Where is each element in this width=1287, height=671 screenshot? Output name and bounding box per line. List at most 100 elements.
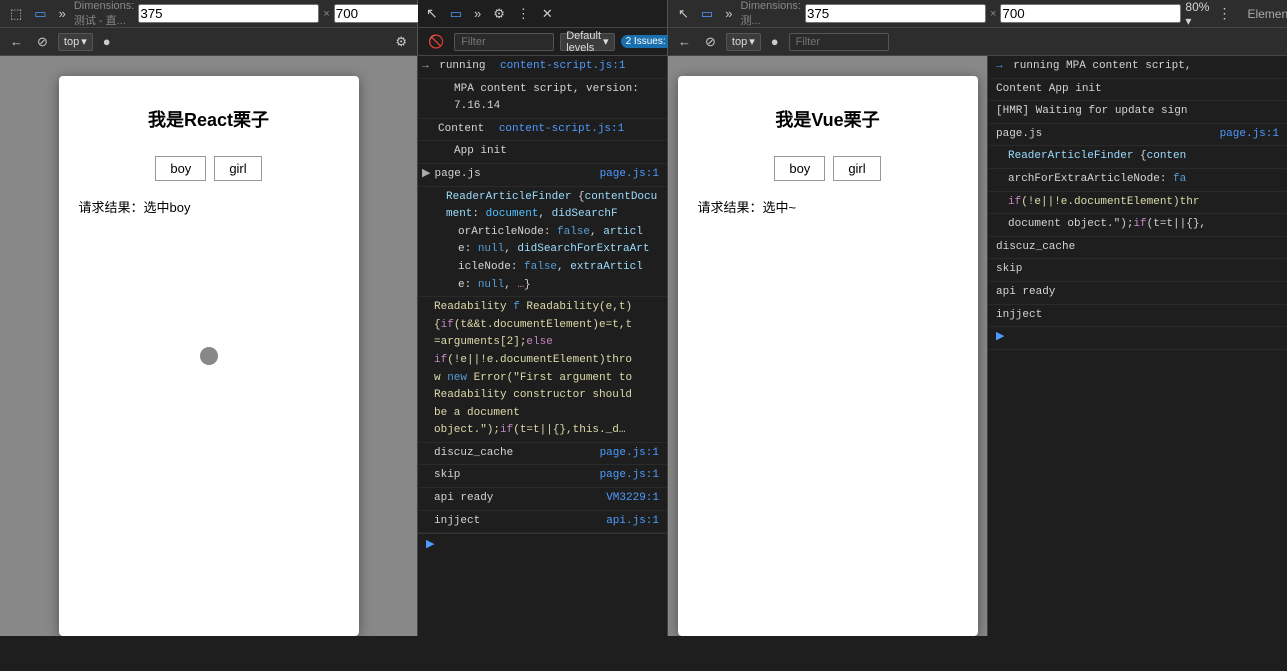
second-toolbars: ← ⊘ top ▾ ● ⚙ 🚫 Default levels ▾ 2 Issue… (0, 28, 1287, 56)
console-log-appinit: App init (418, 141, 667, 164)
inspect-icon[interactable]: ⬚ (6, 4, 26, 24)
react-girl-button[interactable]: girl (214, 156, 261, 181)
more-tools-icon[interactable]: » (470, 4, 485, 23)
link-pagejs-3[interactable]: page.js:1 (600, 467, 659, 485)
top-chevron-left: ▾ (81, 35, 87, 48)
right-width-input[interactable] (805, 4, 986, 23)
inspect-element-icon[interactable]: ↖ (422, 3, 442, 24)
rc-hmr: [HMR] Waiting for update sign (988, 101, 1287, 124)
expand-arrow-2[interactable]: ▶ (422, 168, 430, 180)
rc-reader2: archForExtraArticleNode: fa (988, 169, 1287, 192)
levels-chevron: ▾ (603, 35, 609, 48)
vue-app-title: 我是Vue栗子 (775, 106, 879, 132)
tab-elements[interactable]: Elements (1239, 0, 1287, 28)
react-preview-pane: 我是React栗子 boy girl 请求结果：选中boy (0, 56, 418, 636)
rc-link-pagejs[interactable]: page.js:1 (1220, 126, 1279, 144)
right-no-entry-icon[interactable]: ⊘ (701, 32, 720, 52)
link-vm3229[interactable]: VM3229:1 (606, 490, 659, 508)
react-boy-button[interactable]: boy (155, 156, 206, 181)
rc-arrow-1: → (996, 60, 1003, 72)
react-result-text: 请求结果：选中boy (79, 197, 191, 216)
right-height-input[interactable] (1000, 4, 1181, 23)
link-pagejs-1[interactable]: page.js:1 (600, 166, 659, 184)
console-log-readability: Readability f Readability(e,t) {if(t&&t.… (418, 297, 667, 443)
left-toolbar: ⬚ ▭ » Dimensions: 测试 - 直... × 80% ▾ ⋮ (0, 0, 418, 27)
right-zoom-chevron: ▾ (1185, 14, 1191, 28)
eye-icon-right[interactable]: ● (767, 32, 783, 51)
right-zoom-dropdown[interactable]: 80% ▾ (1185, 0, 1209, 28)
react-btn-row: boy girl (155, 156, 261, 181)
react-app-title: 我是React栗子 (148, 106, 269, 132)
right-kebab-menu[interactable]: ⋮ (1213, 5, 1235, 22)
console-filter-input[interactable] (454, 33, 554, 51)
dimensions-label: Dimensions: 测试 - 直... (74, 0, 135, 28)
top-dropdown-left[interactable]: top ▾ (58, 33, 93, 51)
close-devtools-icon[interactable]: ✕ (538, 4, 557, 24)
left-second-toolbar: ← ⊘ top ▾ ● ⚙ (0, 28, 418, 55)
console-log-running: → running content-script.js:1 (418, 56, 667, 79)
console-log-content: Content content-script.js:1 (418, 119, 667, 142)
console-log-discuz: discuz_cache page.js:1 (418, 443, 667, 466)
vue-boy-button[interactable]: boy (774, 156, 825, 181)
right-filter-input[interactable] (789, 33, 889, 51)
top-chevron-right: ▾ (749, 35, 755, 48)
top-label-left: top (64, 36, 79, 48)
right-inspect-icon[interactable]: ↖ (674, 4, 693, 24)
top-dropdown-right[interactable]: top ▾ (726, 33, 761, 51)
middle-second-toolbar: 🚫 Default levels ▾ 2 Issues: 2 (418, 28, 668, 55)
right-second-toolbar: ← ⊘ top ▾ ● (668, 28, 1287, 55)
loading-spinner (200, 347, 218, 365)
react-device-frame: 我是React栗子 boy girl 请求结果：选中boy (59, 76, 359, 636)
right-console-pane: → running MPA content script, Content Ap… (988, 56, 1287, 636)
right-back-icon[interactable]: ← (674, 32, 695, 51)
link-content-script-2[interactable]: content-script.js:1 (499, 123, 624, 135)
console-clear-icon[interactable]: 🚫 (424, 32, 448, 52)
right-device-icon[interactable]: ▭ (697, 4, 717, 24)
back-nav-icon[interactable]: ← (6, 32, 27, 51)
rc-running: → running MPA content script, (988, 56, 1287, 79)
device-toggle-icon[interactable]: ▭ (30, 4, 50, 24)
vue-girl-button[interactable]: girl (833, 156, 880, 181)
default-levels-dropdown[interactable]: Default levels ▾ (560, 33, 614, 51)
middle-toolbar: ↖ ▭ » ⚙ ⋮ ✕ (418, 0, 668, 27)
rc-caret[interactable]: ▶ (988, 327, 1287, 350)
rc-skip[interactable]: skip (988, 259, 1287, 282)
right-dimensions-label: Dimensions: 测... (740, 0, 801, 28)
console-log-skip: skip page.js:1 (418, 465, 667, 488)
rc-api-ready[interactable]: api ready (988, 282, 1287, 305)
no-entry-icon[interactable]: ⊘ (33, 32, 52, 52)
vue-preview-pane: 我是Vue栗子 boy girl 请求结果：选中~ (668, 56, 988, 636)
right-pane: 我是Vue栗子 boy girl 请求结果：选中~ → running MPA … (668, 56, 1287, 636)
rc-pagejs: page.js page.js:1 (988, 124, 1287, 147)
top-label-right: top (732, 36, 747, 48)
eye-icon-left[interactable]: ● (99, 32, 115, 51)
rc-discuz[interactable]: discuz_cache (988, 237, 1287, 260)
rc-injject[interactable]: injject (988, 305, 1287, 328)
console-log-pagejs: ▶page.js page.js:1 (418, 164, 667, 187)
right-more-icon[interactable]: » (721, 4, 736, 23)
more-panels-icon[interactable]: » (55, 4, 70, 23)
console-log-injject: injject api.js:1 (418, 511, 667, 534)
rc-reader4: document object.");if(t=t||{}, (988, 214, 1287, 237)
link-pagejs-2[interactable]: page.js:1 (600, 445, 659, 463)
rc-reader3: if(!e||!e.documentElement)thr (988, 192, 1287, 215)
link-content-script-1[interactable]: content-script.js:1 (500, 60, 625, 72)
expand-arrow-1[interactable]: → (422, 60, 429, 72)
settings-icon[interactable]: ⚙ (489, 4, 509, 24)
rc-reader: ReaderArticleFinder {conten (988, 146, 1287, 169)
console-prompt[interactable]: ▶ (418, 533, 667, 554)
default-levels-label: Default levels (566, 30, 601, 54)
right-console-area: → running MPA content script, Content Ap… (988, 56, 1287, 636)
vue-device-frame: 我是Vue栗子 boy girl 请求结果：选中~ (678, 76, 978, 636)
console-log-reader-finder: ReaderArticleFinder {contentDocument: do… (418, 187, 667, 298)
console-log-api-ready: api ready VM3229:1 (418, 488, 667, 511)
more-options-icon[interactable]: ⋮ (513, 4, 534, 24)
console-log-mpa: MPA content script, version: 7.16.14 (418, 79, 667, 119)
vue-btn-row: boy girl (774, 156, 880, 181)
three-panes: 我是React栗子 boy girl 请求结果：选中boy → running … (0, 56, 1287, 636)
console-caret: ▶ (426, 537, 434, 551)
width-input[interactable] (138, 4, 319, 23)
device-mode-icon[interactable]: ▭ (446, 4, 466, 24)
link-apijs[interactable]: api.js:1 (606, 513, 659, 531)
gear-settings-icon[interactable]: ⚙ (391, 32, 411, 52)
